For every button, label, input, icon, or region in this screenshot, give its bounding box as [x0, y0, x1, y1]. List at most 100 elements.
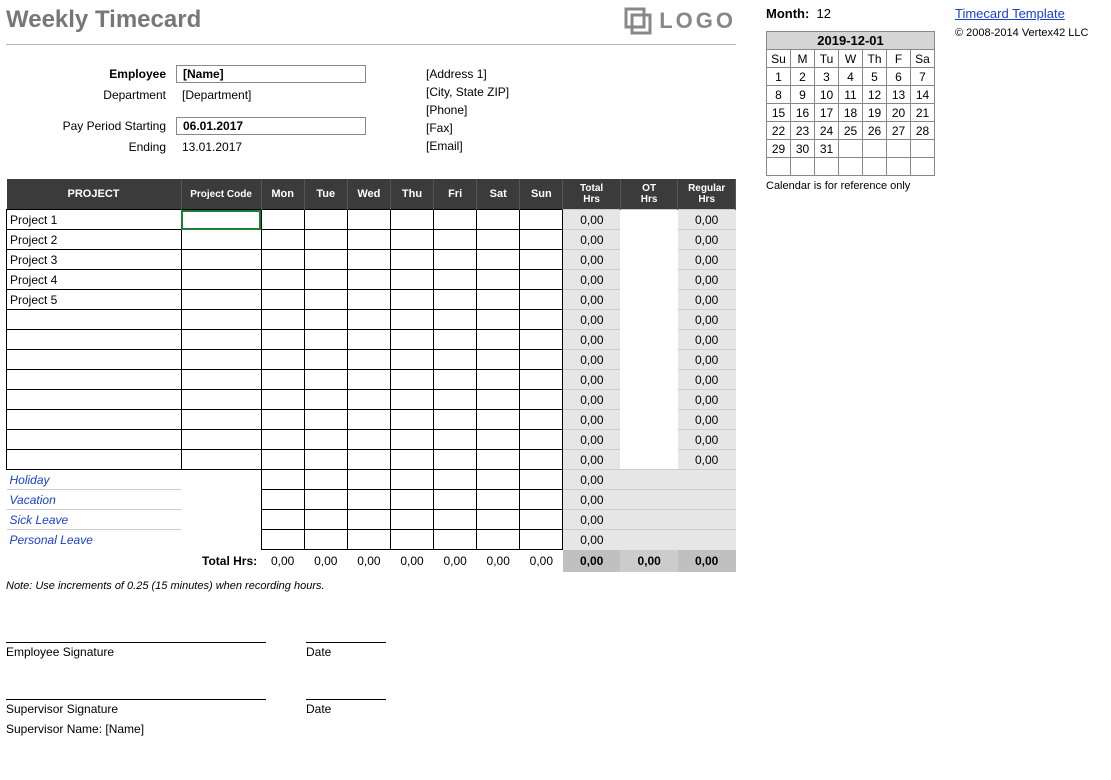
hours-cell[interactable]: [477, 370, 520, 390]
project-code-cell[interactable]: [181, 230, 261, 250]
hours-cell[interactable]: [520, 430, 563, 450]
address-line3[interactable]: [Phone]: [426, 103, 467, 117]
hours-cell[interactable]: [304, 450, 347, 470]
hours-cell[interactable]: [347, 430, 390, 450]
hours-cell[interactable]: [261, 450, 304, 470]
leave-hours-cell[interactable]: [261, 470, 304, 490]
hours-cell[interactable]: [434, 370, 477, 390]
project-code-cell[interactable]: [181, 350, 261, 370]
hours-cell[interactable]: [434, 310, 477, 330]
hours-cell[interactable]: [347, 450, 390, 470]
leave-hours-cell[interactable]: [261, 510, 304, 530]
hours-cell[interactable]: [390, 310, 433, 330]
leave-hours-cell[interactable]: [304, 510, 347, 530]
address-line2[interactable]: [City, State ZIP]: [426, 85, 509, 99]
hours-cell[interactable]: [390, 430, 433, 450]
hours-cell[interactable]: [261, 410, 304, 430]
leave-hours-cell[interactable]: [434, 490, 477, 510]
hours-cell[interactable]: [434, 450, 477, 470]
hours-cell[interactable]: [477, 330, 520, 350]
row-ot-hrs[interactable]: [620, 310, 677, 330]
row-ot-hrs[interactable]: [620, 430, 677, 450]
project-code-cell[interactable]: [181, 290, 261, 310]
row-ot-hrs[interactable]: [620, 210, 677, 230]
hours-cell[interactable]: [390, 410, 433, 430]
hours-cell[interactable]: [304, 290, 347, 310]
leave-hours-cell[interactable]: [477, 530, 520, 550]
hours-cell[interactable]: [477, 410, 520, 430]
hours-cell[interactable]: [304, 270, 347, 290]
project-name-cell[interactable]: [7, 450, 182, 470]
row-ot-hrs[interactable]: [620, 230, 677, 250]
leave-hours-cell[interactable]: [520, 510, 563, 530]
hours-cell[interactable]: [390, 250, 433, 270]
leave-hours-cell[interactable]: [261, 530, 304, 550]
leave-hours-cell[interactable]: [390, 510, 433, 530]
address-line1[interactable]: [Address 1]: [426, 67, 487, 81]
hours-cell[interactable]: [304, 430, 347, 450]
hours-cell[interactable]: [477, 250, 520, 270]
hours-cell[interactable]: [261, 230, 304, 250]
leave-hours-cell[interactable]: [347, 510, 390, 530]
hours-cell[interactable]: [304, 350, 347, 370]
hours-cell[interactable]: [261, 430, 304, 450]
hours-cell[interactable]: [434, 230, 477, 250]
hours-cell[interactable]: [347, 250, 390, 270]
hours-cell[interactable]: [390, 330, 433, 350]
hours-cell[interactable]: [261, 290, 304, 310]
leave-hours-cell[interactable]: [477, 470, 520, 490]
hours-cell[interactable]: [390, 390, 433, 410]
hours-cell[interactable]: [477, 270, 520, 290]
project-code-cell[interactable]: [181, 310, 261, 330]
hours-cell[interactable]: [520, 290, 563, 310]
project-code-cell[interactable]: [181, 370, 261, 390]
leave-hours-cell[interactable]: [304, 530, 347, 550]
hours-cell[interactable]: [477, 310, 520, 330]
hours-cell[interactable]: [261, 350, 304, 370]
project-name-cell[interactable]: Project 2: [7, 230, 182, 250]
hours-cell[interactable]: [477, 390, 520, 410]
hours-cell[interactable]: [434, 430, 477, 450]
hours-cell[interactable]: [261, 270, 304, 290]
hours-cell[interactable]: [261, 330, 304, 350]
hours-cell[interactable]: [390, 210, 433, 230]
hours-cell[interactable]: [434, 390, 477, 410]
project-name-cell[interactable]: [7, 350, 182, 370]
row-ot-hrs[interactable]: [620, 390, 677, 410]
row-ot-hrs[interactable]: [620, 290, 677, 310]
leave-hours-cell[interactable]: [390, 490, 433, 510]
row-ot-hrs[interactable]: [620, 330, 677, 350]
row-ot-hrs[interactable]: [620, 450, 677, 470]
hours-cell[interactable]: [390, 230, 433, 250]
row-ot-hrs[interactable]: [620, 250, 677, 270]
leave-hours-cell[interactable]: [390, 530, 433, 550]
project-name-cell[interactable]: Project 1: [7, 210, 182, 230]
hours-cell[interactable]: [261, 370, 304, 390]
employee-name-input[interactable]: [Name]: [176, 65, 366, 83]
hours-cell[interactable]: [434, 350, 477, 370]
hours-cell[interactable]: [347, 410, 390, 430]
hours-cell[interactable]: [434, 290, 477, 310]
leave-hours-cell[interactable]: [304, 490, 347, 510]
leave-hours-cell[interactable]: [434, 470, 477, 490]
project-name-cell[interactable]: [7, 330, 182, 350]
timecard-template-link[interactable]: Timecard Template: [955, 6, 1065, 21]
hours-cell[interactable]: [390, 290, 433, 310]
hours-cell[interactable]: [434, 330, 477, 350]
address-line5[interactable]: [Email]: [426, 139, 463, 153]
hours-cell[interactable]: [434, 250, 477, 270]
project-name-cell[interactable]: [7, 430, 182, 450]
department-value[interactable]: [Department]: [176, 87, 257, 103]
hours-cell[interactable]: [520, 250, 563, 270]
hours-cell[interactable]: [520, 390, 563, 410]
hours-cell[interactable]: [261, 210, 304, 230]
hours-cell[interactable]: [347, 350, 390, 370]
hours-cell[interactable]: [520, 350, 563, 370]
project-code-cell[interactable]: [181, 210, 261, 230]
leave-hours-cell[interactable]: [261, 490, 304, 510]
hours-cell[interactable]: [434, 410, 477, 430]
project-name-cell[interactable]: [7, 310, 182, 330]
leave-hours-cell[interactable]: [477, 490, 520, 510]
hours-cell[interactable]: [520, 310, 563, 330]
pay-period-start-input[interactable]: 06.01.2017: [176, 117, 366, 135]
